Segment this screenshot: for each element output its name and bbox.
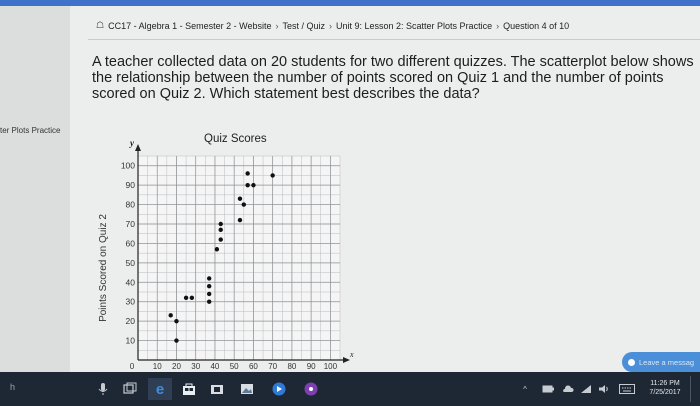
data-point: [241, 202, 247, 207]
data-point: [206, 299, 212, 304]
data-point: [251, 182, 256, 188]
breadcrumb-test-quiz[interactable]: Test / Quiz: [282, 21, 325, 31]
data-point: [237, 196, 243, 201]
clock-time: 11:26 PM: [650, 380, 680, 387]
volume-icon[interactable]: [598, 383, 610, 395]
y-tick-label: 20: [126, 316, 136, 326]
clock-date: 7/25/2017: [649, 389, 681, 396]
photos-icon[interactable]: [236, 378, 258, 400]
breadcrumb-divider: [88, 39, 700, 40]
x-tick-label: 20: [172, 362, 181, 371]
y-tick-label: 100: [121, 161, 135, 171]
show-desktop-button[interactable]: [690, 376, 698, 402]
data-point: [206, 283, 212, 289]
data-point: [206, 276, 212, 281]
x-tick-label: 70: [268, 362, 277, 371]
groove-music-icon[interactable]: [300, 378, 322, 400]
data-point: [218, 227, 223, 233]
file-explorer-icon[interactable]: [206, 378, 228, 400]
battery-icon[interactable]: [542, 384, 554, 394]
data-point: [270, 173, 275, 178]
scatter-chart: x y 10 20 30 40 50 60 70 80 90 100 10 20 30 40 50 60 70 80…: [98, 138, 354, 371]
breadcrumb-lesson[interactable]: Unit 9: Lesson 2: Scatter Plots Practice: [336, 21, 492, 31]
origin-label: 0: [130, 362, 135, 371]
onedrive-icon[interactable]: [562, 383, 574, 395]
breadcrumb: ☖ CC17 - Algebra 1 - Semester 2 - Websit…: [96, 20, 569, 31]
x-axis-arrow: [343, 357, 350, 363]
y-tick-label: 30: [126, 297, 136, 307]
data-point: [189, 295, 195, 301]
x-axis-letter: x: [349, 350, 354, 359]
data-point: [218, 221, 223, 227]
y-tick-label: 90: [126, 180, 136, 190]
x-tick-label: 50: [230, 362, 239, 371]
y-axis-letter: y: [129, 138, 135, 148]
keyboard-icon[interactable]: [618, 382, 636, 395]
y-tick-label: 50: [126, 258, 136, 268]
data-point: [218, 237, 223, 242]
left-sidebar: ter Plots Practice: [0, 6, 70, 372]
x-tick-label: 100: [324, 362, 338, 371]
x-tick-label: 60: [249, 362, 258, 371]
y-axis-label: Points Scored on Quiz 2: [98, 214, 109, 322]
breadcrumb-separator: ›: [329, 20, 332, 31]
y-tick-label: 60: [126, 238, 136, 248]
taskbar-left-text: h: [10, 382, 16, 392]
sidebar-lesson-label[interactable]: ter Plots Practice: [0, 126, 60, 135]
microphone-icon[interactable]: [96, 381, 110, 397]
home-icon[interactable]: ☖: [96, 20, 104, 31]
x-tick-label: 30: [191, 362, 200, 371]
browser-window: ter Plots Practice ☖ CC17 - Algebra 1 - …: [0, 6, 700, 372]
y-tick-label: 10: [126, 336, 136, 346]
y-tick-label: 40: [126, 277, 136, 287]
plot-area: [138, 156, 340, 360]
y-tick-label: 80: [126, 200, 136, 210]
store-icon[interactable]: [178, 378, 200, 400]
task-view-icon[interactable]: [122, 381, 138, 397]
question-text: A teacher collected data on 20 students …: [92, 54, 694, 102]
data-point: [183, 295, 189, 301]
breadcrumb-separator: ›: [275, 20, 279, 31]
x-tick-label: 40: [210, 362, 219, 371]
data-point: [174, 318, 179, 324]
breadcrumb-course[interactable]: CC17 - Algebra 1 - Semester 2 - Website: [108, 21, 271, 31]
y-axis-arrow: [135, 144, 141, 151]
leave-message-label: Leave a messag: [639, 357, 695, 367]
data-point: [245, 171, 250, 176]
show-hidden-icons-icon[interactable]: ^: [520, 384, 530, 394]
x-tick-label: 80: [287, 362, 296, 371]
data-point: [168, 313, 173, 318]
media-player-icon[interactable]: [268, 378, 290, 400]
wifi-icon[interactable]: [580, 383, 592, 395]
y-tick-label: 70: [126, 219, 136, 229]
taskbar: h e ^ 11:26 PM 7/25/2017: [0, 372, 700, 406]
data-point: [245, 182, 250, 188]
data-point: [214, 247, 220, 252]
chat-icon: [628, 358, 635, 366]
leave-message-button[interactable]: Leave a messag: [622, 352, 700, 372]
x-tick-label: 10: [153, 362, 162, 371]
data-point: [174, 338, 179, 343]
breadcrumb-question: Question 4 of 10: [503, 20, 570, 31]
clock[interactable]: 11:26 PM 7/25/2017: [644, 379, 686, 397]
data-point: [237, 217, 243, 223]
edge-browser-icon[interactable]: e: [148, 378, 172, 400]
data-point: [206, 291, 212, 297]
x-tick-label: 90: [307, 362, 316, 371]
breadcrumb-separator: ›: [496, 20, 500, 31]
